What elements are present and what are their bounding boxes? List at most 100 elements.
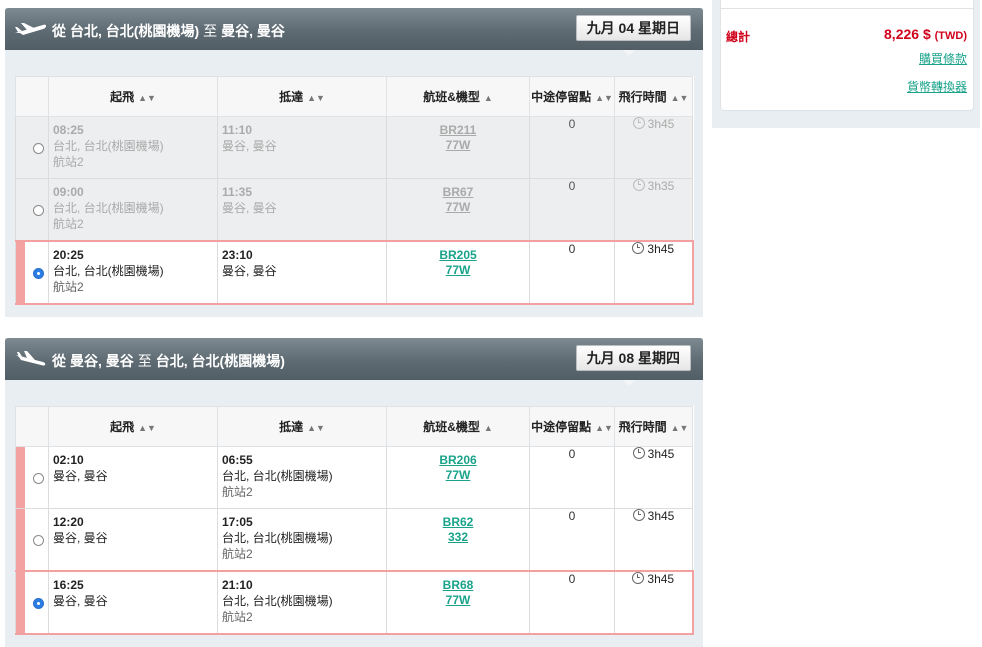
arrival-place: 台北, 台北(桃園機場) [222,531,333,545]
flight-radio[interactable] [33,473,44,484]
date-pointer-icon [623,50,635,56]
duration-value: 3h45 [647,447,675,461]
outbound-flights-table: 起飛 ▲▼ 抵達 ▲▼ 航班&機型 ▲ 中途停留點 ▲▼ 飛行時間 ▲▼ 08:25 台北… [15,76,694,305]
sort-ascending-icon: ▲ [483,93,493,103]
arrival-place: 台北, 台北(桃園機場) [222,469,333,483]
flight-row[interactable]: 09:00 台北, 台北(桃園機場) 航站2 11:35 曼谷, 曼谷 BR67… [15,178,693,242]
departure-time: 20:25 [53,248,84,262]
departure-terminal: 航站2 [53,280,84,294]
sort-arrows-icon: ▲▼ [138,423,156,433]
flight-aircraft-column-header[interactable]: 航班&機型 ▲ [386,406,530,447]
flight-aircraft-column-header[interactable]: 航班&機型 ▲ [386,76,530,117]
selection-indicator [16,509,25,570]
duration-cell: 3h45 [614,240,694,305]
table-header-row: 起飛 ▲▼ 抵達 ▲▼ 航班&機型 ▲ 中途停留點 ▲▼ 飛行時間 ▲▼ [15,406,693,447]
sort-arrows-icon: ▲▼ [307,93,325,103]
arrival-terminal: 航站2 [222,485,253,499]
departure-cell: 16:25 曼谷, 曼谷 [48,570,218,635]
date-pointer-icon [623,380,635,386]
landing-plane-icon [16,351,46,366]
select-cell [15,240,49,305]
sort-arrows-icon: ▲▼ [670,93,689,103]
flight-number-link[interactable]: BR211 [387,123,529,138]
stops-cell: 0 [529,178,615,242]
flight-radio[interactable] [33,143,44,154]
arrival-cell: 21:10 台北, 台北(桃園機場) 航站2 [217,570,387,635]
departure-time: 09:00 [53,185,84,199]
arrival-time: 17:05 [222,515,253,529]
flight-number-link[interactable]: BR205 [387,248,529,263]
duration-cell: 3h45 [614,508,693,572]
total-amount: 8,226 $ (TWD) [884,26,967,42]
departure-header-label: 起飛 [110,90,135,104]
flight-row-selected[interactable]: 20:25 台北, 台北(桃園機場) 航站2 23:10 曼谷, 曼谷 BR20… [15,240,694,305]
price-summary-panel: 總計 8,226 $ (TWD) 購買條款 貨幣轉換器 [712,0,980,128]
duration-value: 3h45 [647,509,675,523]
total-amount-value: 8,226 $ [884,26,931,42]
select-column-header [15,76,49,117]
outbound-segment-header: 從台北, 台北(桃園機場) 至曼谷, 曼谷 九月 04 星期日 [5,8,703,56]
arrival-time: 11:35 [222,185,253,199]
purchase-terms-link[interactable]: 購買條款 [919,50,967,67]
flight-row[interactable]: 02:10 曼谷, 曼谷 06:55 台北, 台北(桃園機場) 航站2 BR20… [15,446,693,509]
flight-cell: BR62 332 [386,508,530,572]
arrival-column-header[interactable]: 抵達 ▲▼ [217,406,387,447]
select-cell [15,508,49,572]
aircraft-type-link[interactable]: 77W [387,468,529,483]
arrival-place: 曼谷, 曼谷 [222,139,277,153]
departure-time: 02:10 [53,453,84,467]
departure-column-header[interactable]: 起飛 ▲▼ [48,76,218,117]
inbound-rows: 02:10 曼谷, 曼谷 06:55 台北, 台北(桃園機場) 航站2 BR20… [15,446,694,635]
departure-terminal: 航站2 [53,155,84,169]
aircraft-type-link[interactable]: 77W [387,593,529,608]
duration-value: 3h45 [647,242,675,256]
flight-number-link[interactable]: BR62 [387,515,529,530]
stops-cell: 0 [529,116,615,179]
departure-cell: 08:25 台北, 台北(桃園機場) 航站2 [48,116,218,179]
inbound-date-selector[interactable]: 九月 08 星期四 [575,345,691,371]
flight-radio-selected[interactable] [33,268,44,279]
duration-cell: 3h45 [614,570,694,635]
aircraft-type-link[interactable]: 77W [387,200,529,215]
aircraft-type-link[interactable]: 77W [387,138,529,153]
stops-column-header[interactable]: 中途停留點 ▲▼ [529,76,615,117]
arrival-column-header[interactable]: 抵達 ▲▼ [217,76,387,117]
outbound-route: 從台北, 台北(桃園機場) 至曼谷, 曼谷 [52,21,285,41]
outbound-date-selector[interactable]: 九月 04 星期日 [575,15,691,41]
flight-row[interactable]: 08:25 台北, 台北(桃園機場) 航站2 11:10 曼谷, 曼谷 BR21… [15,116,693,179]
aircraft-type-link[interactable]: 332 [387,530,529,545]
stops-column-header[interactable]: 中途停留點 ▲▼ [529,406,615,447]
flight-radio[interactable] [33,535,44,546]
duration-column-header[interactable]: 飛行時間 ▲▼ [614,406,693,447]
flight-number-link[interactable]: BR206 [387,453,529,468]
flight-number-link[interactable]: BR67 [387,185,529,200]
duration-column-header[interactable]: 飛行時間 ▲▼ [614,76,693,117]
arrival-terminal: 航站2 [222,547,253,561]
aircraft-type-link[interactable]: 77W [387,263,529,278]
arrival-place: 台北, 台北(桃園機場) [222,594,333,608]
stops-cell: 0 [529,240,615,305]
select-cell [15,178,49,242]
arrival-place: 曼谷, 曼谷 [222,201,277,215]
flight-number-link[interactable]: BR68 [387,578,529,593]
sort-ascending-icon: ▲ [483,423,493,433]
destination-city: 台北, 台北(桃園機場) [155,353,285,369]
arrival-header-label: 抵達 [279,420,304,434]
departure-cell: 09:00 台北, 台北(桃園機場) 航站2 [48,178,218,242]
divider [721,8,973,9]
departure-header-label: 起飛 [110,420,135,434]
duration-header-label: 飛行時間 [618,420,667,434]
origin-city: 台北, 台北(桃園機場) [70,23,200,39]
from-keyword: 從 [52,353,66,369]
flight-radio[interactable] [33,205,44,216]
flight-cell: BR206 77W [386,446,530,509]
clock-icon [632,509,645,521]
duration-value: 3h45 [647,572,675,586]
flight-cell: BR211 77W [386,116,530,179]
flight-row-selected[interactable]: 16:25 曼谷, 曼谷 21:10 台北, 台北(桃園機場) 航站2 BR68… [15,570,694,635]
departure-column-header[interactable]: 起飛 ▲▼ [48,406,218,447]
clock-icon [632,242,645,254]
flight-radio-selected[interactable] [33,598,44,609]
flight-row[interactable]: 12:20 曼谷, 曼谷 17:05 台北, 台北(桃園機場) 航站2 BR62… [15,508,693,572]
currency-converter-link[interactable]: 貨幣轉換器 [907,78,967,95]
